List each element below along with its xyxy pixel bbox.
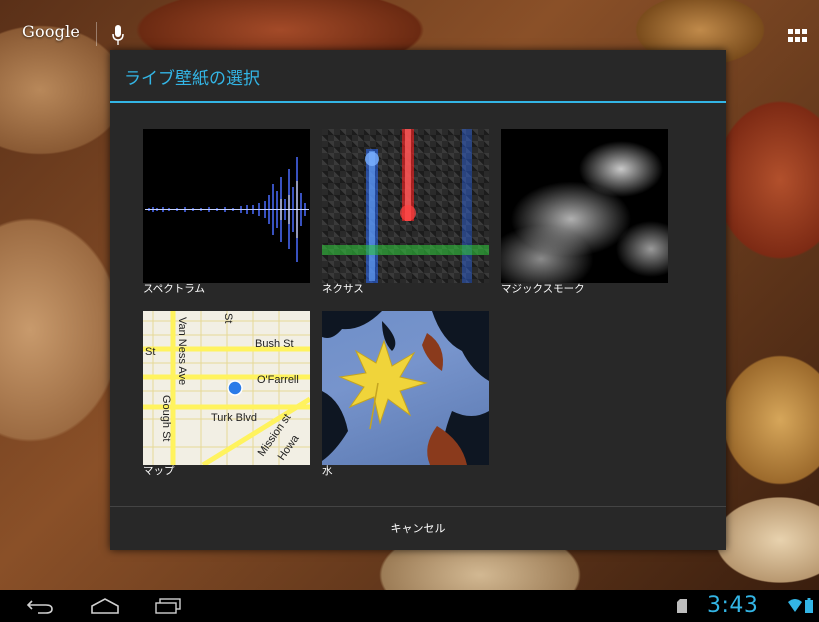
dialog-title: ライブ壁紙の選択 — [124, 69, 260, 89]
topbar-divider — [96, 22, 97, 46]
wallpaper-tile-nexus[interactable]: ネクサス — [322, 129, 489, 297]
back-icon[interactable] — [26, 598, 54, 614]
live-wallpaper-dialog: ライブ壁紙の選択 スペクトラム ネクサス マジックスモーク St Bush St… — [110, 50, 726, 550]
title-divider — [110, 101, 726, 103]
status-clock[interactable]: 3:43 — [707, 594, 758, 618]
wallpaper-label: スペクトラム — [143, 283, 205, 295]
wallpaper-tile-map[interactable]: St Bush St O'Farrell Turk Blvd Van Ness … — [143, 311, 310, 479]
sd-card-icon — [677, 599, 687, 613]
home-icon[interactable] — [90, 597, 120, 615]
wallpaper-label: マップ — [143, 465, 175, 477]
map-street-label: Van Ness Ave — [176, 317, 188, 385]
map-street-label: St — [145, 346, 155, 358]
apps-grid-icon[interactable] — [788, 29, 808, 43]
map-street-label: Gough St — [160, 395, 172, 441]
system-navigation-bar — [0, 590, 819, 622]
wallpaper-label: 水 — [322, 465, 333, 477]
cancel-button[interactable]: キャンセル — [110, 507, 726, 550]
google-search-label[interactable]: Google — [22, 22, 80, 41]
water-thumbnail — [322, 311, 489, 465]
wallpaper-tile-water[interactable]: 水 — [322, 311, 489, 479]
mic-icon[interactable] — [112, 24, 124, 46]
wallpaper-tile-spectrum[interactable]: スペクトラム — [143, 129, 310, 297]
wifi-icon — [788, 599, 802, 612]
map-thumbnail: St Bush St O'Farrell Turk Blvd Van Ness … — [143, 311, 310, 465]
wallpaper-label: ネクサス — [322, 283, 364, 295]
recent-apps-icon[interactable] — [154, 598, 184, 614]
map-street-label: Bush St — [255, 338, 294, 350]
magic-smoke-thumbnail — [501, 129, 668, 283]
map-street-label: St — [222, 313, 234, 323]
nexus-thumbnail — [322, 129, 489, 283]
wallpaper-tile-magic-smoke[interactable]: マジックスモーク — [501, 129, 668, 297]
wallpaper-label: マジックスモーク — [501, 283, 585, 295]
battery-icon — [805, 598, 813, 613]
spectrum-thumbnail — [143, 129, 310, 283]
map-street-label: O'Farrell — [257, 374, 299, 386]
map-street-label: Turk Blvd — [211, 412, 257, 424]
